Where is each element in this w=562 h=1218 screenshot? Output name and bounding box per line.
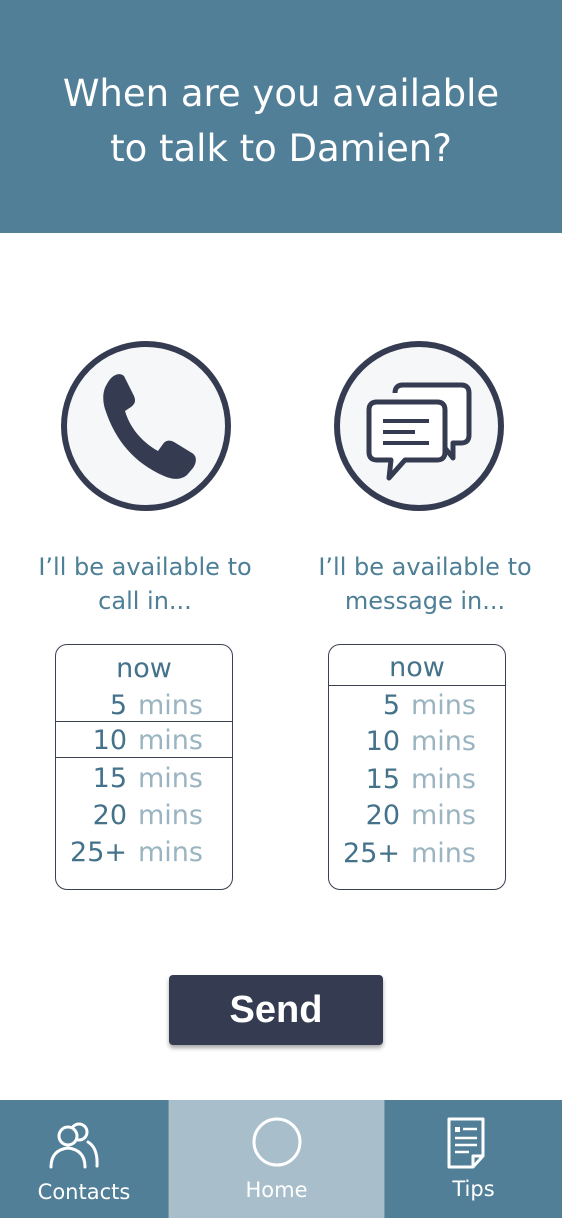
message-picker-option-now[interactable]: now xyxy=(329,649,505,686)
message-picker-option-25plus[interactable]: 25+ mins xyxy=(329,835,505,872)
call-picker-now-label: now xyxy=(116,653,172,684)
call-picker-option-20[interactable]: 20 mins xyxy=(56,797,232,834)
option-unit: mins xyxy=(411,838,476,869)
option-number: 25+ xyxy=(343,838,400,869)
call-picker-option-now[interactable]: now xyxy=(56,650,232,687)
call-caption-line-1: I’ll be available to xyxy=(38,553,252,581)
page-title-line-2: to talk to Damien? xyxy=(110,127,452,170)
call-time-picker[interactable]: now 5 mins 10 mins 15 mins 20 mins 25+ m… xyxy=(55,644,233,890)
option-unit: mins xyxy=(411,764,476,795)
option-number: 15 xyxy=(365,764,400,795)
option-unit: mins xyxy=(138,763,203,794)
option-number: 10 xyxy=(365,726,400,757)
home-circle-icon xyxy=(251,1116,303,1173)
option-unit: mins xyxy=(138,690,203,721)
option-unit: mins xyxy=(411,800,476,831)
tab-home[interactable]: Home xyxy=(168,1100,385,1218)
message-time-picker[interactable]: now 5 mins 10 mins 15 mins 20 mins 25+ m… xyxy=(328,644,506,890)
page-title-line-1: When are you available xyxy=(62,72,500,115)
option-number: 20 xyxy=(365,800,400,831)
send-button[interactable]: Send xyxy=(169,975,383,1045)
page-title: When are you available to talk to Damien… xyxy=(0,66,562,176)
message-picker-option-10[interactable]: 10 mins xyxy=(329,723,505,760)
option-number: 20 xyxy=(92,800,127,831)
message-picker-option-15[interactable]: 15 mins xyxy=(329,761,505,798)
header-banner: When are you available to talk to Damien… xyxy=(0,0,562,233)
tips-document-icon xyxy=(445,1116,487,1175)
tab-tips[interactable]: Tips xyxy=(385,1100,562,1218)
message-picker-option-5[interactable]: 5 mins xyxy=(329,687,505,724)
message-caption: I’ll be available to message in... xyxy=(295,550,555,618)
option-number: 5 xyxy=(109,690,127,721)
option-unit: mins xyxy=(411,726,476,757)
contacts-icon xyxy=(48,1120,100,1177)
call-picker-option-25plus[interactable]: 25+ mins xyxy=(56,834,232,871)
tab-home-label: Home xyxy=(245,1178,308,1202)
call-caption: I’ll be available to call in... xyxy=(15,550,275,618)
call-picker-option-10[interactable]: 10 mins xyxy=(56,721,232,758)
chat-bubbles-icon xyxy=(333,340,505,512)
message-caption-line-2: message in... xyxy=(344,587,506,615)
option-number: 5 xyxy=(382,690,400,721)
tab-contacts[interactable]: Contacts xyxy=(0,1100,168,1218)
option-unit: mins xyxy=(138,837,203,868)
option-number: 10 xyxy=(92,725,127,756)
bottom-tab-bar: Contacts Home Tips xyxy=(0,1100,562,1218)
option-unit: mins xyxy=(138,725,203,756)
option-number: 15 xyxy=(92,763,127,794)
phone-icon xyxy=(60,340,232,512)
call-caption-line-2: call in... xyxy=(98,587,192,615)
option-unit: mins xyxy=(411,690,476,721)
tab-contacts-label: Contacts xyxy=(37,1180,131,1204)
option-number: 25+ xyxy=(70,837,127,868)
message-caption-line-1: I’ll be available to xyxy=(318,553,532,581)
message-picker-now-label: now xyxy=(389,652,445,683)
call-picker-option-15[interactable]: 15 mins xyxy=(56,760,232,797)
message-picker-option-20[interactable]: 20 mins xyxy=(329,797,505,834)
option-unit: mins xyxy=(138,800,203,831)
tab-tips-label: Tips xyxy=(452,1177,495,1201)
call-picker-option-5[interactable]: 5 mins xyxy=(56,687,232,724)
